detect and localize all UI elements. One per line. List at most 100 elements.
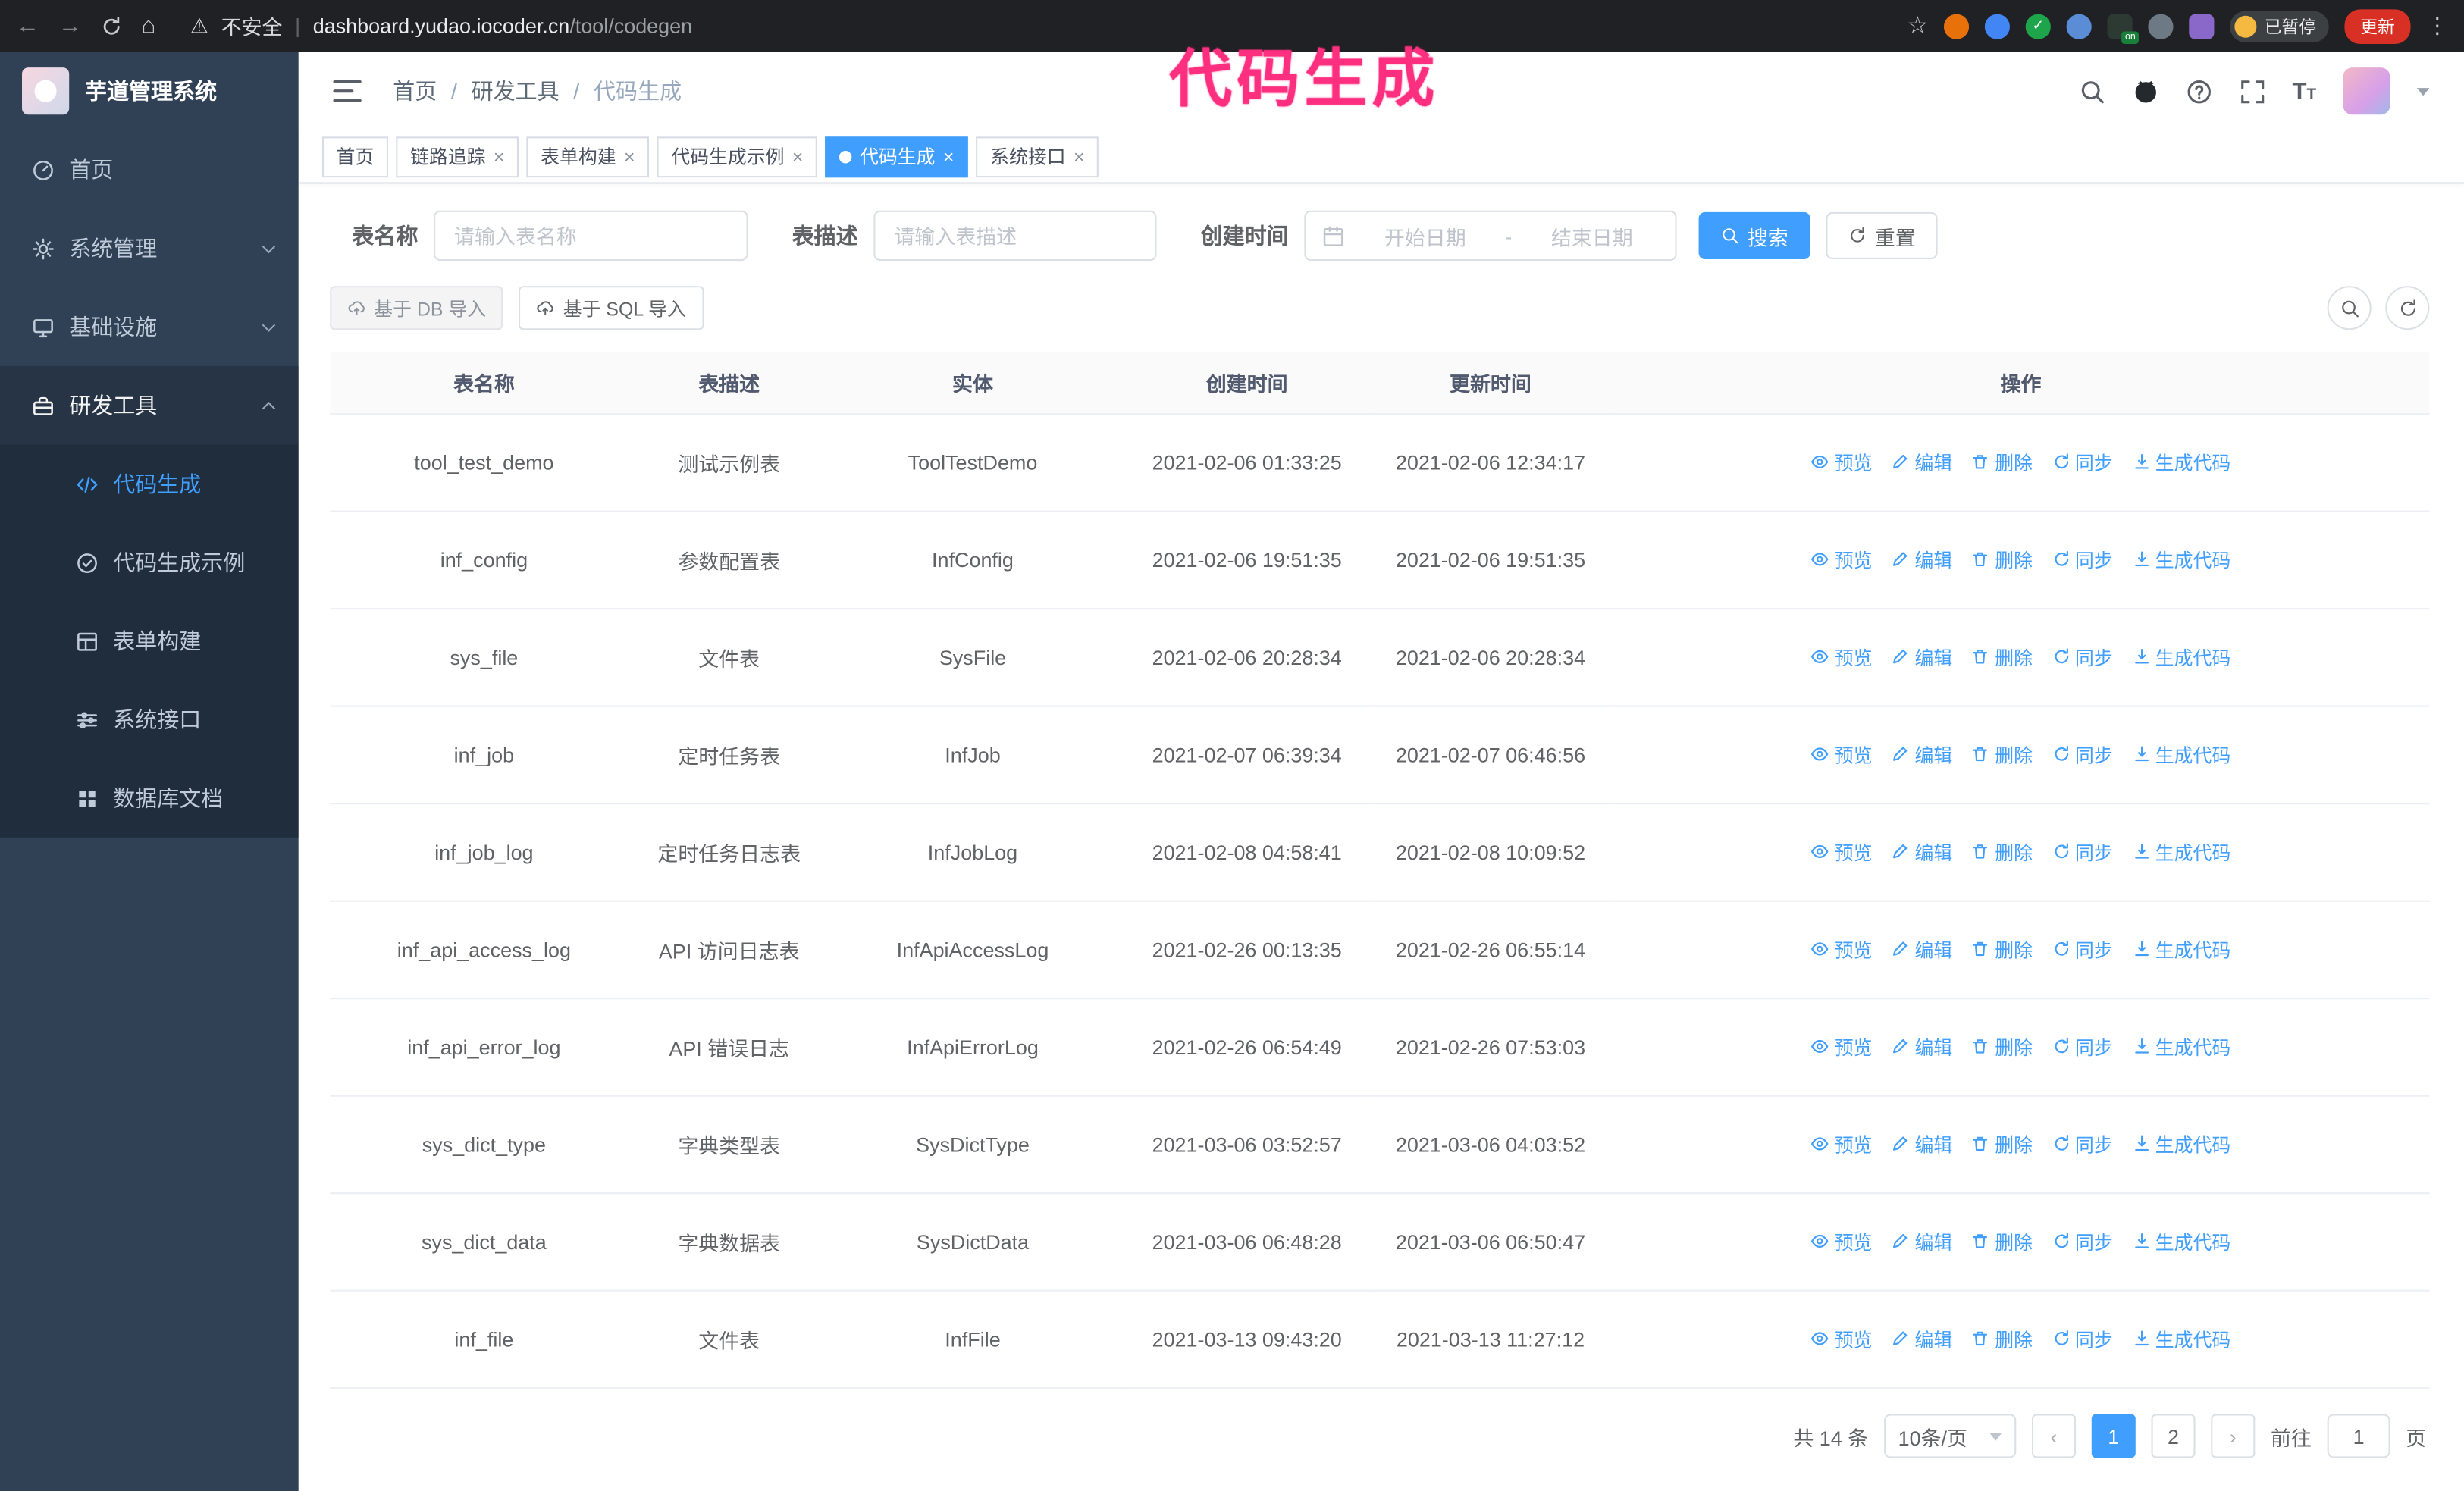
profile-paused-badge[interactable]: 已暂停 [2230, 10, 2329, 42]
action-generate-code-link[interactable]: 生成代码 [2132, 1033, 2230, 1060]
close-icon[interactable]: × [1074, 146, 1085, 168]
sidebar-logo[interactable]: 芋道管理系统 [0, 52, 299, 130]
sidebar-item-codegen-example[interactable]: 代码生成示例 [0, 523, 299, 602]
search-button[interactable]: 搜索 [1698, 211, 1810, 259]
tab-tracing[interactable]: 链路追踪 × [396, 136, 519, 177]
action-sync-link[interactable]: 同步 [2052, 1228, 2113, 1255]
extension-icon-orange[interactable] [1943, 13, 1970, 39]
date-range-picker[interactable]: 开始日期 - 结束日期 [1304, 210, 1677, 262]
action-edit-link[interactable]: 编辑 [1891, 741, 1952, 768]
bookmark-star-icon[interactable]: ☆ [1907, 14, 1928, 38]
action-preview-link[interactable]: 预览 [1811, 644, 1873, 670]
github-icon[interactable] [2132, 78, 2158, 105]
action-sync-link[interactable]: 同步 [2052, 1131, 2113, 1157]
action-edit-link[interactable]: 编辑 [1891, 1131, 1952, 1157]
browser-back-icon[interactable]: ← [16, 14, 39, 38]
sidebar-item-form-builder[interactable]: 表单构建 [0, 602, 299, 681]
action-preview-link[interactable]: 预览 [1811, 547, 1873, 573]
help-icon[interactable] [2186, 78, 2212, 105]
action-preview-link[interactable]: 预览 [1811, 1326, 1873, 1352]
action-edit-link[interactable]: 编辑 [1891, 547, 1952, 573]
browser-update-button[interactable]: 更新 [2344, 8, 2411, 43]
action-edit-link[interactable]: 编辑 [1891, 1228, 1952, 1255]
action-preview-link[interactable]: 预览 [1811, 741, 1873, 768]
search-icon[interactable] [2079, 78, 2105, 105]
extension-icon-blue[interactable] [1984, 13, 2010, 39]
action-generate-code-link[interactable]: 生成代码 [2132, 449, 2230, 475]
action-sync-link[interactable]: 同步 [2052, 1033, 2113, 1060]
action-generate-code-link[interactable]: 生成代码 [2132, 838, 2230, 865]
page-size-select[interactable]: 10条/页 [1883, 1414, 2017, 1458]
sidebar-item-api[interactable]: 系统接口 [0, 680, 299, 759]
action-preview-link[interactable]: 预览 [1811, 936, 1873, 963]
breadcrumb-home[interactable]: 首页 [393, 75, 437, 106]
extensions-puzzle-icon[interactable] [2189, 13, 2215, 39]
sidebar-item-db-doc[interactable]: 数据库文档 [0, 759, 299, 838]
action-generate-code-link[interactable]: 生成代码 [2132, 936, 2230, 963]
action-sync-link[interactable]: 同步 [2052, 741, 2113, 768]
fullscreen-icon[interactable] [2239, 78, 2265, 105]
action-delete-link[interactable]: 删除 [1971, 547, 2033, 573]
action-delete-link[interactable]: 删除 [1971, 741, 2033, 768]
font-size-icon[interactable]: TT [2292, 78, 2316, 105]
action-preview-link[interactable]: 预览 [1811, 1228, 1873, 1255]
action-delete-link[interactable]: 删除 [1971, 644, 2033, 670]
sidebar-item-system[interactable]: 系统管理 [0, 209, 299, 288]
action-generate-code-link[interactable]: 生成代码 [2132, 1326, 2230, 1352]
table-desc-input[interactable] [873, 210, 1157, 262]
tab-codegen-example[interactable]: 代码生成示例 × [657, 136, 818, 177]
action-generate-code-link[interactable]: 生成代码 [2132, 741, 2230, 768]
action-sync-link[interactable]: 同步 [2052, 644, 2113, 670]
close-icon[interactable]: × [494, 146, 505, 168]
prev-page-button[interactable]: ‹ [2031, 1414, 2076, 1458]
action-delete-link[interactable]: 删除 [1971, 1326, 2033, 1352]
sidebar-collapse-icon[interactable] [333, 80, 362, 102]
page-button-2[interactable]: 2 [2151, 1414, 2196, 1458]
action-generate-code-link[interactable]: 生成代码 [2132, 547, 2230, 573]
extension-icon-check[interactable]: ✓ [2025, 13, 2051, 39]
sidebar-item-codegen[interactable]: 代码生成 [0, 445, 299, 524]
avatar-caret-icon[interactable] [2416, 87, 2430, 96]
extension-icon-dark-on[interactable]: on [2107, 13, 2139, 43]
sidebar-item-infra[interactable]: 基础设施 [0, 287, 299, 366]
sidebar-item-devtools[interactable]: 研发工具 [0, 365, 299, 445]
action-generate-code-link[interactable]: 生成代码 [2132, 1228, 2230, 1255]
action-preview-link[interactable]: 预览 [1811, 1033, 1873, 1060]
browser-menu-icon[interactable]: ⋮ [2426, 13, 2448, 39]
action-delete-link[interactable]: 删除 [1971, 1131, 2033, 1157]
action-delete-link[interactable]: 删除 [1971, 449, 2033, 475]
extension-icon-gray[interactable] [2148, 13, 2174, 39]
toggle-search-button[interactable] [2327, 286, 2372, 330]
action-edit-link[interactable]: 编辑 [1891, 449, 1952, 475]
tab-home[interactable]: 首页 [321, 136, 388, 177]
action-delete-link[interactable]: 删除 [1971, 838, 2033, 865]
action-delete-link[interactable]: 删除 [1971, 936, 2033, 963]
action-sync-link[interactable]: 同步 [2052, 449, 2113, 475]
action-edit-link[interactable]: 编辑 [1891, 936, 1952, 963]
import-db-button[interactable]: 基于 DB 导入 [330, 286, 503, 330]
action-edit-link[interactable]: 编辑 [1891, 838, 1952, 865]
tab-api[interactable]: 系统接口 × [976, 136, 1099, 177]
action-preview-link[interactable]: 预览 [1811, 449, 1873, 475]
refresh-table-button[interactable] [2385, 286, 2430, 330]
import-sql-button[interactable]: 基于 SQL 导入 [519, 286, 704, 330]
close-icon[interactable]: × [792, 146, 804, 168]
action-sync-link[interactable]: 同步 [2052, 936, 2113, 963]
browser-home-icon[interactable]: ⌂ [142, 14, 156, 38]
breadcrumb-devtools[interactable]: 研发工具 [472, 75, 560, 106]
action-edit-link[interactable]: 编辑 [1891, 1033, 1952, 1060]
action-edit-link[interactable]: 编辑 [1891, 1326, 1952, 1352]
extension-icon-people[interactable] [2066, 13, 2092, 39]
action-generate-code-link[interactable]: 生成代码 [2132, 1131, 2230, 1157]
next-page-button[interactable]: › [2211, 1414, 2256, 1458]
action-sync-link[interactable]: 同步 [2052, 838, 2113, 865]
close-icon[interactable]: × [624, 146, 635, 168]
action-sync-link[interactable]: 同步 [2052, 1326, 2113, 1352]
tab-form-builder[interactable]: 表单构建 × [526, 136, 650, 177]
action-edit-link[interactable]: 编辑 [1891, 644, 1952, 670]
action-delete-link[interactable]: 删除 [1971, 1033, 2033, 1060]
browser-refresh-icon[interactable] [101, 15, 123, 37]
action-preview-link[interactable]: 预览 [1811, 1131, 1873, 1157]
action-preview-link[interactable]: 预览 [1811, 838, 1873, 865]
avatar[interactable] [2343, 67, 2390, 115]
